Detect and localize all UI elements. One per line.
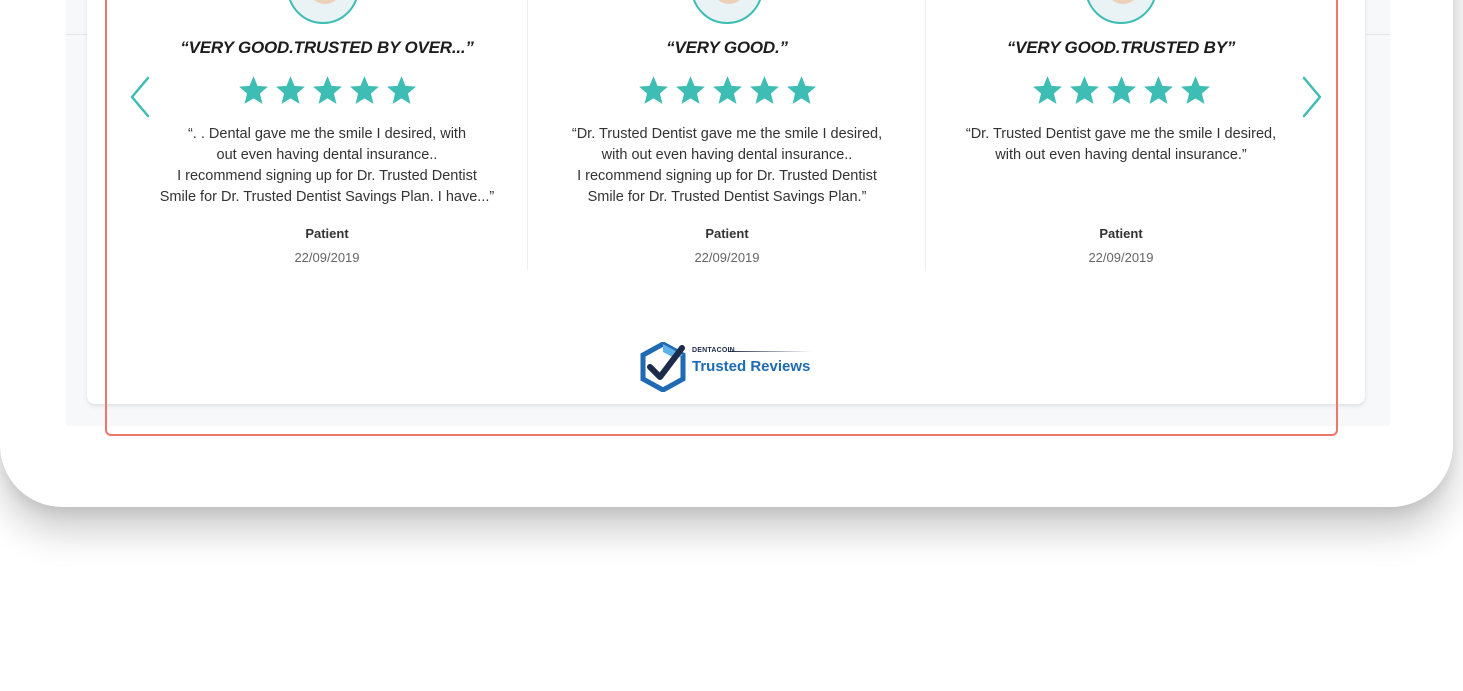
review-date: 22/09/2019 [1088, 250, 1154, 265]
review-title: “VERY GOOD.TRUSTED BY OVER...” [180, 38, 474, 57]
star-icon [638, 76, 668, 104]
column-divider [527, 0, 528, 270]
badge-label: Trusted Reviews [692, 358, 811, 375]
star-rating [931, 74, 1311, 107]
star-icon [1143, 76, 1173, 104]
star-icon [349, 76, 379, 104]
star-icon [712, 76, 742, 104]
review-text: “Dr. Trusted Dentist gave me the smile I… [965, 126, 1277, 163]
review-text: “Dr. Trusted Dentist gave me the smile I… [571, 126, 883, 205]
star-icon [312, 76, 342, 104]
star-icon [1180, 76, 1210, 104]
trusted-reviews-badge[interactable]: DENTACOIN Trusted Reviews [638, 340, 828, 394]
review-text: “. . Dental gave me the smile I desired,… [159, 126, 495, 205]
review-date: 22/09/2019 [294, 250, 360, 265]
star-icon [238, 76, 268, 104]
star-icon [1032, 76, 1062, 104]
review-title: “VERY GOOD.” [666, 38, 788, 57]
divider-line-left [66, 34, 88, 35]
review-author: Patient [1099, 226, 1143, 241]
review-date: 22/09/2019 [694, 250, 760, 265]
review-author: Patient [705, 226, 749, 241]
badge-rule [728, 351, 812, 352]
column-divider [925, 0, 926, 270]
review-author: Patient [305, 226, 349, 241]
star-icon [1069, 76, 1099, 104]
star-icon [275, 76, 305, 104]
star-icon [1106, 76, 1136, 104]
star-rating [537, 74, 917, 107]
star-icon [675, 76, 705, 104]
checkmark-shield-icon [640, 342, 686, 392]
star-icon [386, 76, 416, 104]
star-icon [786, 76, 816, 104]
star-rating [137, 74, 517, 107]
divider-line-right [1365, 34, 1390, 35]
review-title: “VERY GOOD.TRUSTED BY” [1006, 38, 1236, 57]
star-icon [749, 76, 779, 104]
